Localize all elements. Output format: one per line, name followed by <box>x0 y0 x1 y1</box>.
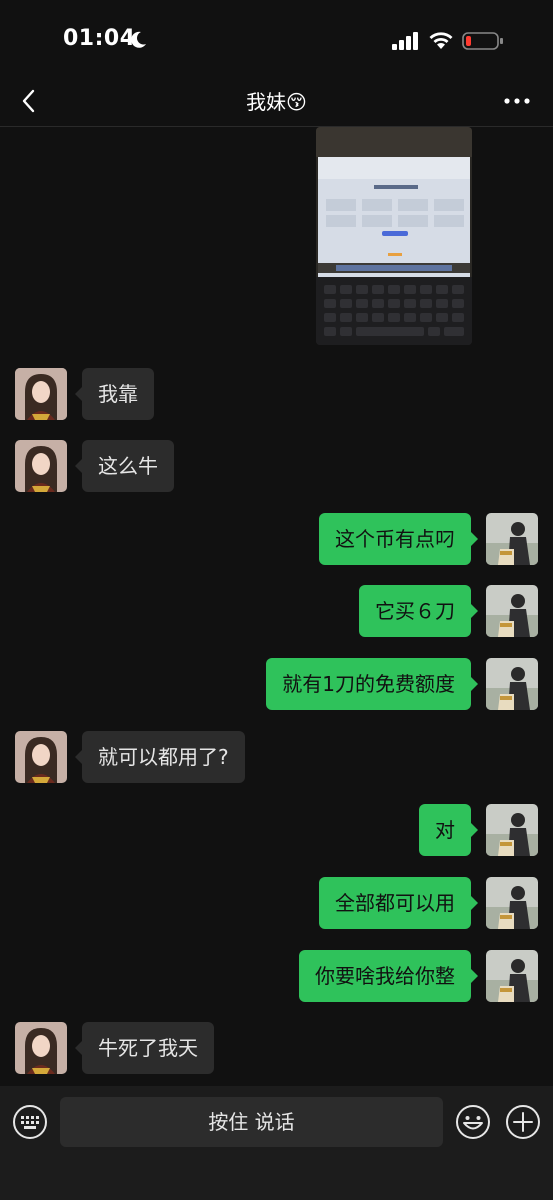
contact-avatar[interactable] <box>15 1022 67 1074</box>
my-avatar[interactable] <box>486 804 538 856</box>
chat-title: 我妹😚 <box>246 90 307 114</box>
input-bar: 按住 说话 <box>0 1086 553 1200</box>
my-avatar-image <box>486 658 538 710</box>
plus-icon[interactable] <box>505 1104 541 1140</box>
message-bubble-sent[interactable]: 对 <box>419 804 478 856</box>
my-avatar-image <box>486 950 538 1002</box>
signal-icon <box>392 32 418 50</box>
my-avatar-image <box>486 804 538 856</box>
message-list: 我靠 这么牛 这个币有点叼 它买６刀 就有1刀的免费额度 就可以都用了? 对 全… <box>0 127 553 1085</box>
message-bubble-received[interactable]: 牛死了我天 <box>75 1022 214 1074</box>
my-avatar[interactable] <box>486 950 538 1002</box>
message-bubble-received[interactable]: 就可以都用了? <box>75 731 245 783</box>
message-bubble-sent[interactable]: 就有1刀的免费额度 <box>266 658 478 710</box>
battery-low-icon <box>462 32 503 50</box>
my-avatar[interactable] <box>486 658 538 710</box>
my-avatar[interactable] <box>486 513 538 565</box>
emoji-icon[interactable] <box>455 1104 491 1140</box>
my-avatar-image <box>486 877 538 929</box>
status-time: 01:04 <box>63 26 136 51</box>
my-avatar[interactable] <box>486 585 538 637</box>
my-avatar-image <box>486 513 538 565</box>
status-bar: 01:04 <box>0 0 553 80</box>
message-bubble-received[interactable]: 我靠 <box>75 368 154 420</box>
keyboard-icon[interactable] <box>12 1104 48 1140</box>
hold-to-talk-button[interactable]: 按住 说话 <box>60 1097 443 1147</box>
laptop-photo-image <box>316 127 472 345</box>
more-dots-icon[interactable] <box>500 86 534 116</box>
contact-avatar-image <box>15 368 67 420</box>
message-bubble-sent[interactable]: 这个币有点叼 <box>319 513 478 565</box>
contact-avatar-image <box>15 1022 67 1074</box>
photo-message[interactable] <box>316 127 472 345</box>
nav-bar: 我妹😚 <box>0 80 553 127</box>
contact-avatar[interactable] <box>15 731 67 783</box>
contact-avatar[interactable] <box>15 440 67 492</box>
message-bubble-sent[interactable]: 全部都可以用 <box>319 877 478 929</box>
my-avatar-image <box>486 585 538 637</box>
wifi-icon <box>429 32 453 49</box>
chat-screen: 01:04 我妹😚 我靠 这么牛 这个币有点叼 它买６刀 就有1刀的免费额度 就… <box>0 0 553 1200</box>
my-avatar[interactable] <box>486 877 538 929</box>
contact-avatar[interactable] <box>15 368 67 420</box>
message-bubble-received[interactable]: 这么牛 <box>75 440 174 492</box>
message-bubble-sent[interactable]: 它买６刀 <box>359 585 478 637</box>
contact-avatar-image <box>15 440 67 492</box>
moon-icon <box>131 31 146 48</box>
contact-avatar-image <box>15 731 67 783</box>
message-bubble-sent[interactable]: 你要啥我给你整 <box>299 950 478 1002</box>
